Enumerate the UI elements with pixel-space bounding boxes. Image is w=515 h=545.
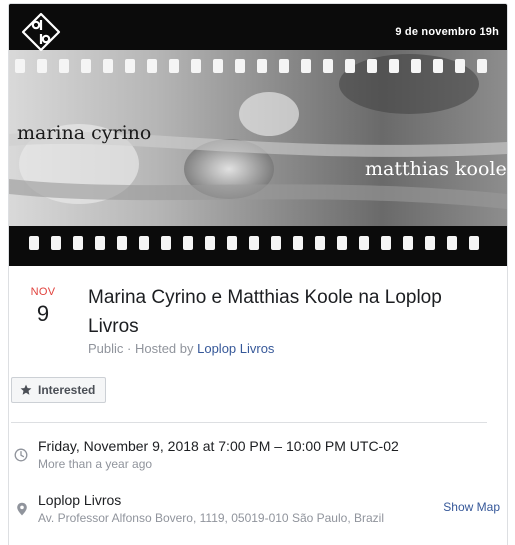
show-map-link[interactable]: Show Map: [443, 500, 500, 514]
location-address: Av. Professor Alfonso Bovero, 1119, 0501…: [38, 511, 384, 525]
event-host-line: Public · Hosted by Loplop Livros: [88, 341, 274, 356]
cover-artist-left: marina cyrino: [17, 122, 152, 144]
star-icon: [20, 384, 32, 395]
location-name[interactable]: Loplop Livros: [38, 492, 121, 508]
host-link[interactable]: Loplop Livros: [197, 341, 274, 356]
event-time-relative: More than a year ago: [38, 457, 153, 471]
pin-icon: [17, 502, 27, 516]
event-title: Marina Cyrino e Matthias Koole na Loplop…: [88, 287, 442, 337]
event-time[interactable]: Friday, November 9, 2018 at 7:00 PM – 10…: [38, 438, 399, 454]
cover-date-time: 9 de novembro 19h: [395, 26, 499, 38]
event-cover-photo[interactable]: 9 de novembro 19h marina cyrino matthias…: [9, 4, 507, 266]
event-month: NOV: [30, 286, 56, 298]
clock-icon: [14, 448, 28, 462]
loplop-logo: [21, 12, 61, 52]
divider: [11, 422, 487, 423]
event-day: 9: [36, 301, 50, 326]
event-visibility: Public · Hosted by: [88, 341, 198, 356]
interested-label: Interested: [38, 383, 96, 397]
interested-button[interactable]: Interested: [11, 377, 107, 403]
event-date-badge: NOV 9: [22, 286, 64, 327]
cover-artist-right: matthias koole: [365, 158, 507, 180]
